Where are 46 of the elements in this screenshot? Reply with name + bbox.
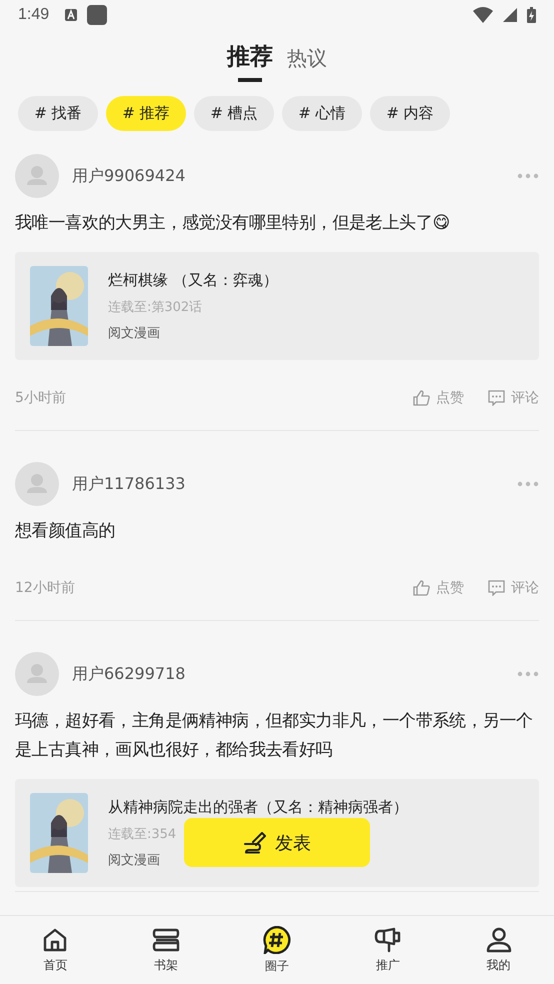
more-icon[interactable] — [517, 481, 539, 487]
thumbs-up-icon — [413, 390, 430, 406]
post-text: 我唯一喜欢的大男主，感觉没有哪里特别，但是老上头了😋 — [15, 212, 451, 235]
topic-chip[interactable]: # 内容 — [370, 96, 450, 131]
post-time: 5小时前 — [15, 389, 66, 407]
person-icon — [486, 926, 512, 952]
nav-tab[interactable]: 推广 — [332, 916, 444, 984]
username[interactable]: 用户11786133 — [72, 474, 186, 494]
comment-icon — [488, 580, 505, 596]
wifi-icon — [473, 7, 493, 23]
home-icon — [42, 926, 68, 952]
topic-chip[interactable]: # 推荐 — [106, 96, 186, 131]
publish-button[interactable]: 发表 — [184, 818, 370, 867]
avatar-icon[interactable] — [15, 154, 59, 198]
hashtag-bubble-icon — [262, 926, 292, 954]
topic-chip[interactable]: # 找番 — [18, 96, 98, 131]
post-time: 12小时前 — [15, 579, 75, 597]
more-icon[interactable] — [517, 671, 539, 677]
thumbs-up-icon — [413, 580, 430, 596]
post-text: 想看颜值高的 — [15, 520, 116, 543]
comic-publisher: 阅文漫画 — [108, 852, 161, 868]
topic-chip[interactable]: # 槽点 — [194, 96, 274, 131]
tab[interactable]: 热议 — [287, 30, 327, 86]
comic-publisher: 阅文漫画 — [108, 324, 161, 342]
megaphone-icon — [374, 926, 402, 952]
nav-tab[interactable]: 圈子 — [222, 916, 332, 984]
app-icon — [87, 5, 108, 25]
topic-chip[interactable]: # 心情 — [282, 96, 362, 131]
books-icon — [152, 926, 180, 952]
signal-icon — [503, 8, 517, 22]
keyboard-icon — [65, 9, 78, 21]
comic-title: 从精神病院走出的强者（又名：精神病强者） — [108, 798, 408, 816]
battery-icon — [527, 7, 536, 23]
status-time: 1:49 — [18, 6, 50, 24]
avatar-icon[interactable] — [15, 652, 59, 696]
comic-title: 烂柯棋缘 （又名：弈魂） — [108, 270, 278, 290]
comment-icon — [488, 390, 505, 406]
more-icon[interactable] — [517, 173, 539, 179]
username[interactable]: 用户99069424 — [72, 166, 186, 186]
nav-tab[interactable]: 首页 — [0, 916, 111, 984]
post-text: 玛德，超好看，主角是俩精神病，但都实力非凡，一个带系统，另一个是上古真神，画风也很好，都给我去看好吗 — [15, 710, 534, 762]
avatar-icon[interactable] — [15, 462, 59, 506]
username[interactable]: 用户66299718 — [72, 664, 186, 684]
nav-tab[interactable]: 书架 — [110, 916, 222, 984]
pen-icon — [243, 832, 267, 854]
nav-tab[interactable]: 我的 — [443, 916, 554, 984]
